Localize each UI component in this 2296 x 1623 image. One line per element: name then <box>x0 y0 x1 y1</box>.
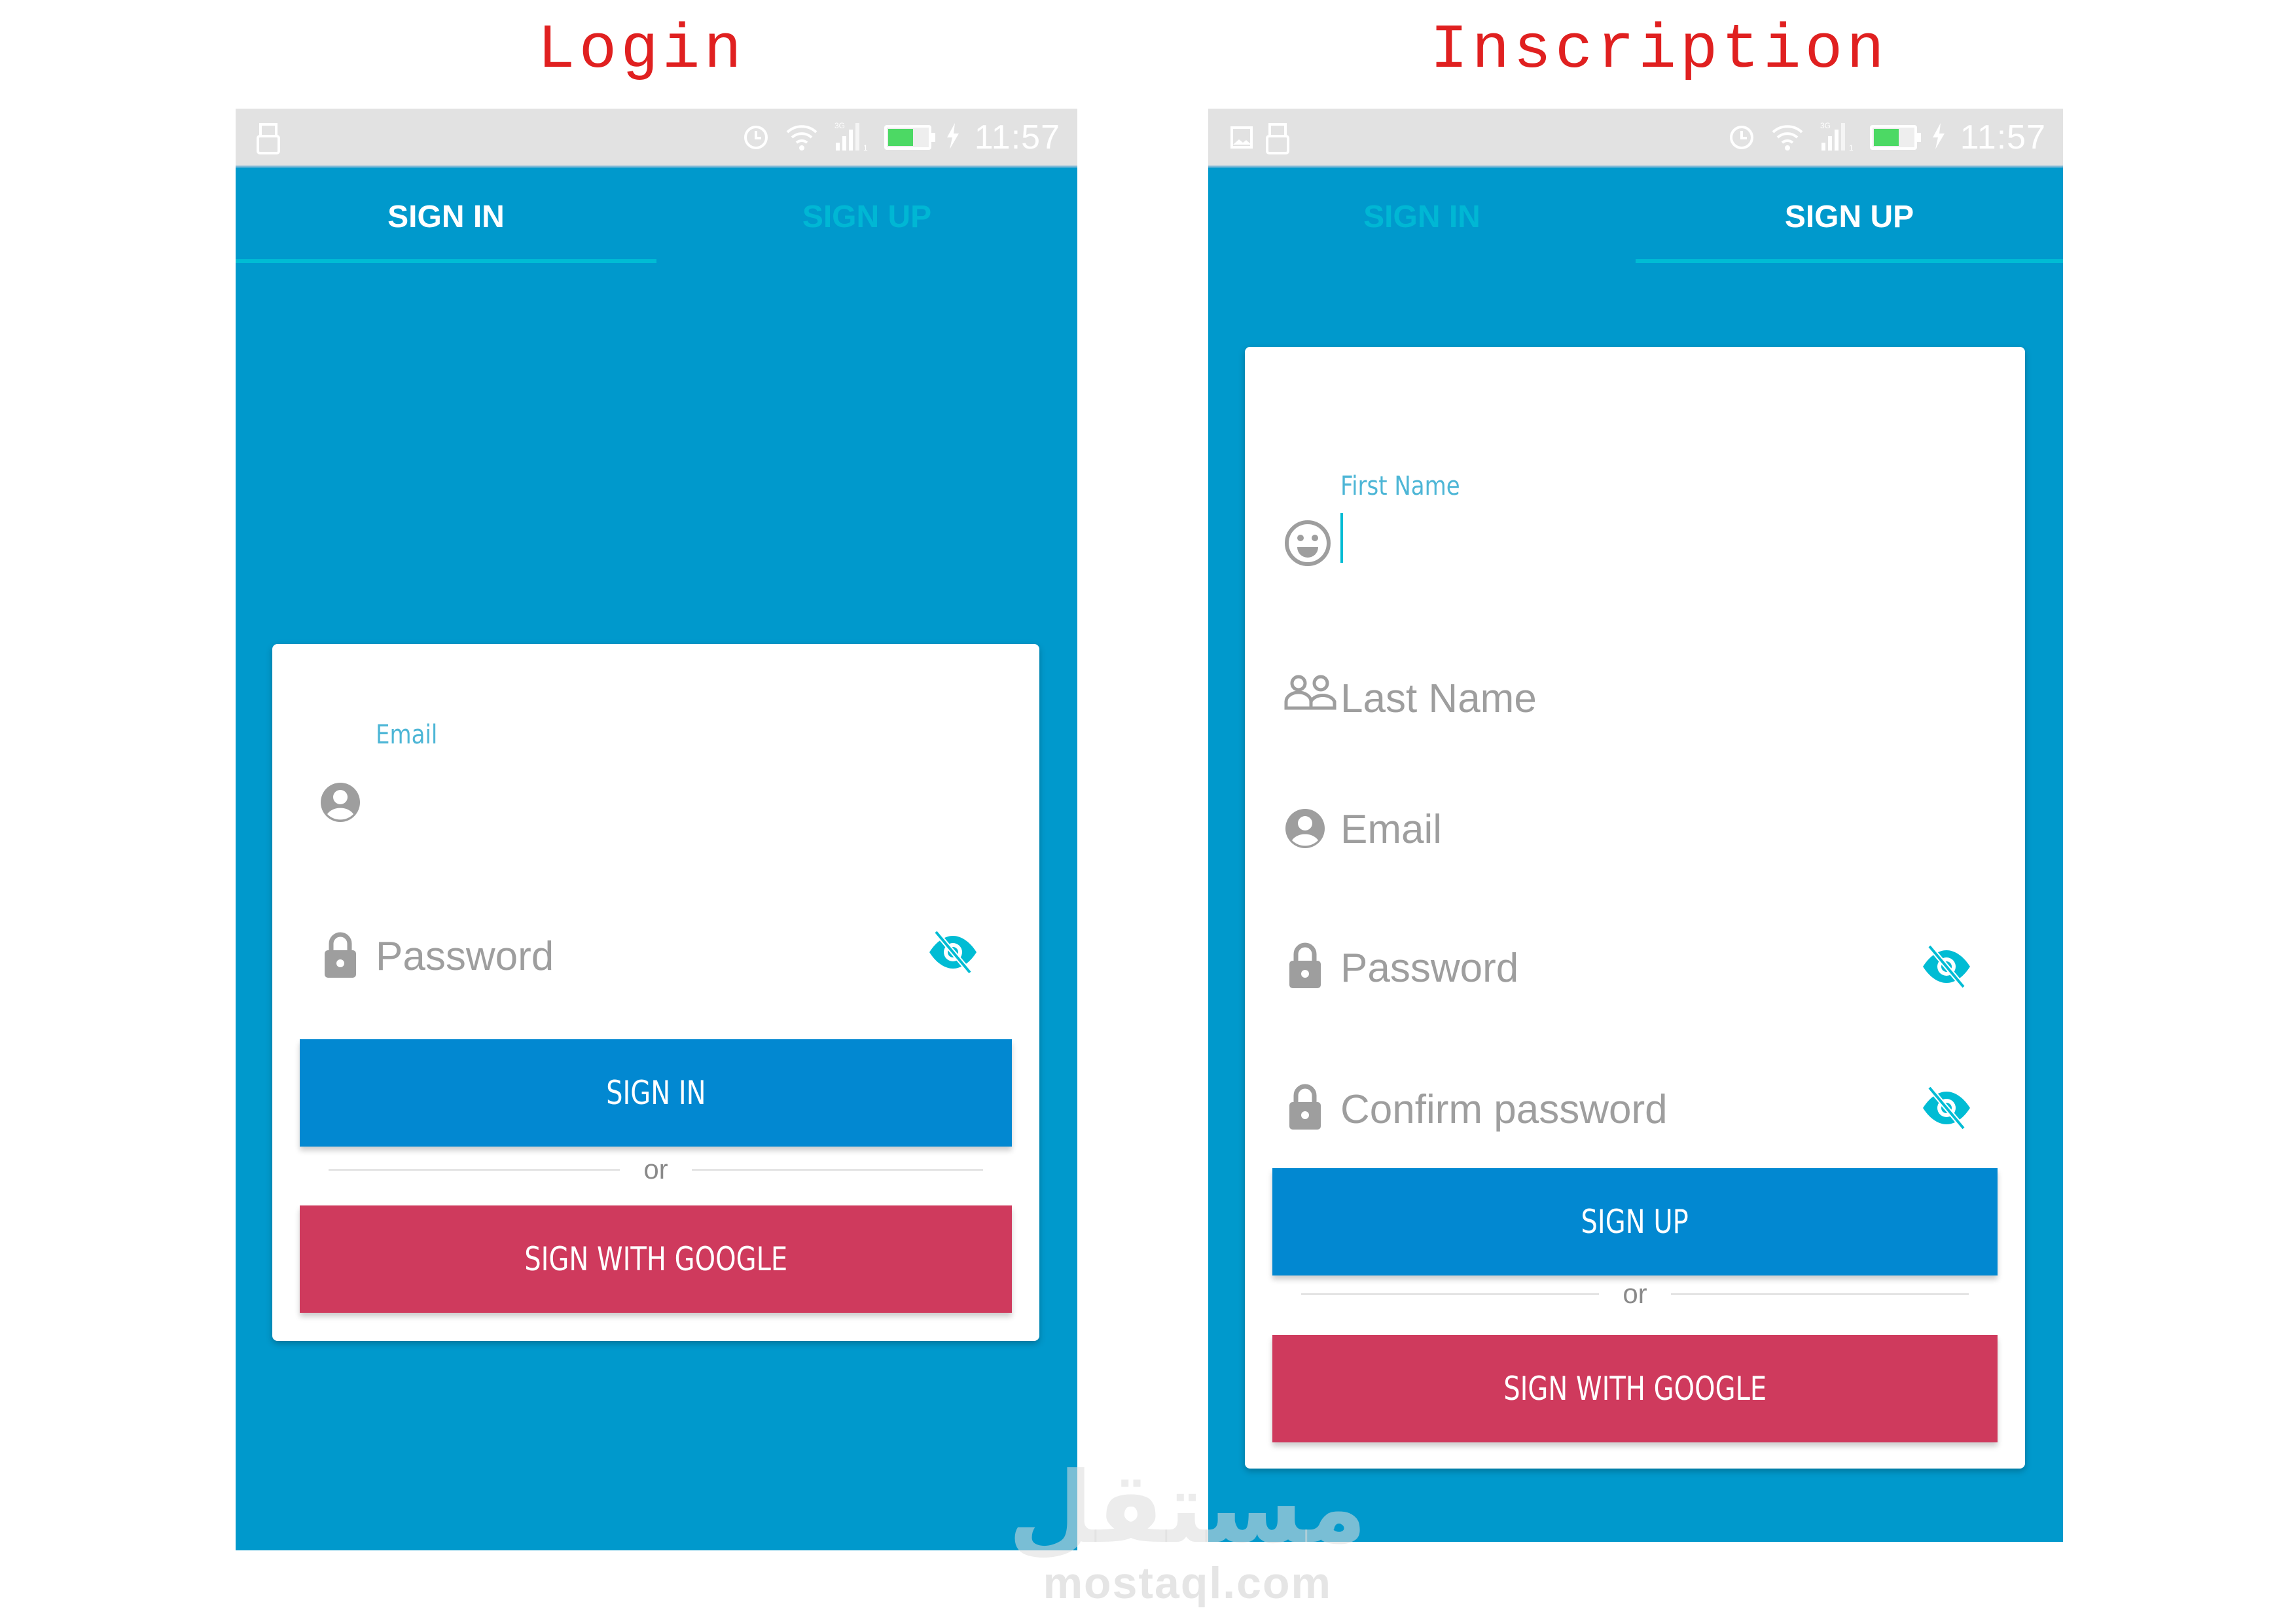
battery-icon <box>1869 125 1921 150</box>
first-name-floating-label: First Name <box>1340 471 1460 501</box>
google-button-label: SIGN WITH GOOGLE <box>524 1240 787 1278</box>
text-cursor <box>1340 513 1343 563</box>
password-placeholder: Password <box>376 934 554 979</box>
first-name-field[interactable]: First Name <box>1284 471 1986 580</box>
login-screen: 3G 1 11:57 SIGN IN SIGN UP Email Password <box>236 109 1077 1550</box>
alarm-icon <box>742 122 770 154</box>
account-circle-icon <box>1284 808 1326 849</box>
password-field[interactable]: Password <box>1284 925 1986 1013</box>
status-icons: 3G 1 11:57 <box>1727 118 2046 157</box>
auth-tabs: SIGN IN SIGN UP <box>236 168 1077 272</box>
sim-slot: 1 <box>863 143 868 152</box>
divider-line <box>691 1168 984 1171</box>
usb-icon <box>255 123 281 160</box>
status-icons: 3G 1 11:57 <box>742 118 1060 157</box>
password-placeholder: Password <box>1340 946 1519 991</box>
confirm-password-field[interactable]: Confirm password <box>1284 1067 1986 1154</box>
login-card: Email Password SIGN IN or SIGN WITH GOOG… <box>272 644 1039 1341</box>
or-divider: or <box>1301 1277 1969 1310</box>
tab-sign-in[interactable]: SIGN IN <box>236 168 656 272</box>
or-text: or <box>643 1154 668 1185</box>
email-placeholder: Email <box>1340 807 1443 852</box>
google-sign-up-button[interactable]: SIGN WITH GOOGLE <box>1272 1335 1998 1442</box>
sign-up-button[interactable]: SIGN UP <box>1272 1168 1998 1275</box>
battery-level <box>888 129 914 146</box>
password-field[interactable]: Password <box>319 919 992 997</box>
usb-icon <box>1265 123 1291 160</box>
battery-level <box>1873 129 1899 146</box>
battery-icon <box>884 125 935 150</box>
lock-icon <box>1284 1082 1326 1130</box>
signal-icon: 3G 1 <box>1819 120 1856 155</box>
charging-icon <box>946 122 960 154</box>
status-time: 11:57 <box>974 118 1060 156</box>
account-circle-icon <box>319 781 361 823</box>
or-divider: or <box>329 1153 984 1186</box>
tab-sign-up[interactable]: SIGN UP <box>656 168 1077 272</box>
last-name-placeholder: Last Name <box>1340 676 1537 721</box>
smiley-icon <box>1284 520 1331 566</box>
lock-icon <box>1284 941 1326 988</box>
divider-line <box>1301 1293 1600 1295</box>
visibility-off-icon[interactable] <box>1920 1085 1973 1131</box>
network-type: 3G <box>1820 121 1831 130</box>
sign-in-button-label: SIGN IN <box>605 1074 706 1112</box>
visibility-off-icon[interactable] <box>927 929 979 975</box>
email-floating-label: Email <box>376 720 438 750</box>
divider-line <box>329 1168 620 1171</box>
signup-caption: Inscription <box>1430 14 1888 86</box>
divider-line <box>1670 1293 1969 1295</box>
google-sign-in-button[interactable]: SIGN WITH GOOGLE <box>300 1205 1012 1313</box>
network-type: 3G <box>834 121 845 130</box>
sign-in-button[interactable]: SIGN IN <box>300 1039 1012 1147</box>
watermark-latin: mostaql.com <box>1043 1558 1332 1608</box>
email-field[interactable]: Email <box>319 716 992 838</box>
confirm-password-placeholder: Confirm password <box>1340 1087 1668 1132</box>
wifi-icon <box>785 122 819 154</box>
watermark-arabic: مستقل <box>1008 1452 1367 1565</box>
lock-icon <box>319 931 361 978</box>
signup-screen: 3G 1 11:57 SIGN IN SIGN UP First Name Las… <box>1208 109 2063 1542</box>
status-time: 11:57 <box>1960 118 2046 156</box>
status-bar: 3G 1 11:57 <box>236 109 1077 168</box>
google-button-label: SIGN WITH GOOGLE <box>1503 1370 1767 1408</box>
alarm-icon <box>1727 122 1756 154</box>
image-icon <box>1230 126 1253 154</box>
sign-up-button-label: SIGN UP <box>1581 1203 1689 1241</box>
status-bar: 3G 1 11:57 <box>1208 109 2063 168</box>
email-field[interactable]: Email <box>1284 792 1986 870</box>
or-text: or <box>1623 1278 1647 1309</box>
tab-sign-in[interactable]: SIGN IN <box>1208 168 1636 272</box>
visibility-off-icon[interactable] <box>1920 944 1973 990</box>
tab-sign-up[interactable]: SIGN UP <box>1636 168 2063 272</box>
signup-card: First Name Last Name Email Password Conf… <box>1245 347 2025 1469</box>
people-icon <box>1284 674 1336 716</box>
auth-tabs: SIGN IN SIGN UP <box>1208 168 2063 272</box>
signal-icon: 3G 1 <box>833 120 870 155</box>
wifi-icon <box>1770 122 1804 154</box>
charging-icon <box>1931 122 1946 154</box>
watermark: مستقل mostaql.com <box>1008 1459 1367 1609</box>
login-caption: Login <box>537 14 746 86</box>
sim-slot: 1 <box>1849 143 1854 152</box>
last-name-field[interactable]: Last Name <box>1284 657 1986 736</box>
